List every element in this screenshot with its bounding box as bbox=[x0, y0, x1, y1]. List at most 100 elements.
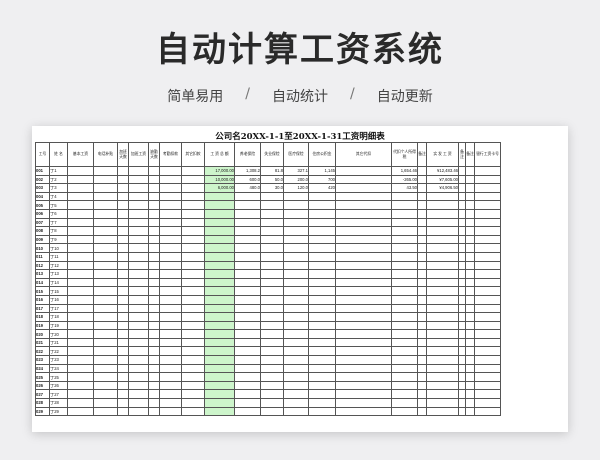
table-cell[interactable] bbox=[67, 294, 94, 305]
table-cell[interactable] bbox=[181, 294, 205, 305]
table-cell[interactable] bbox=[234, 260, 261, 271]
table-cell[interactable] bbox=[93, 380, 118, 391]
table-cell[interactable] bbox=[67, 303, 94, 314]
table-cell[interactable] bbox=[465, 398, 475, 408]
table-cell[interactable]: 50.0 bbox=[260, 174, 284, 185]
table-cell[interactable] bbox=[260, 337, 284, 348]
table-cell[interactable] bbox=[335, 363, 392, 374]
table-cell[interactable] bbox=[417, 363, 427, 374]
table-cell[interactable] bbox=[67, 286, 94, 296]
table-cell[interactable] bbox=[128, 303, 149, 314]
table-cell[interactable] bbox=[465, 234, 475, 245]
table-cell[interactable] bbox=[128, 191, 149, 202]
table-cell[interactable] bbox=[426, 346, 459, 357]
employee-name-cell[interactable]: 丁19 bbox=[49, 320, 68, 331]
table-cell[interactable]: ¥4,906.50 bbox=[426, 183, 459, 193]
table-cell[interactable] bbox=[335, 389, 392, 400]
table-cell[interactable] bbox=[234, 312, 261, 322]
table-cell[interactable] bbox=[458, 346, 466, 357]
table-cell[interactable] bbox=[465, 217, 475, 228]
table-cell[interactable] bbox=[308, 234, 336, 245]
table-cell[interactable] bbox=[335, 191, 392, 202]
table-cell[interactable] bbox=[117, 406, 129, 417]
employee-id-cell[interactable]: 014 bbox=[35, 277, 50, 288]
table-cell[interactable] bbox=[308, 200, 336, 210]
table-cell[interactable] bbox=[234, 269, 261, 279]
table-cell[interactable] bbox=[181, 389, 205, 400]
table-cell[interactable] bbox=[234, 251, 261, 262]
employee-id-cell[interactable]: 025 bbox=[35, 372, 50, 382]
table-cell[interactable] bbox=[93, 406, 118, 417]
table-cell[interactable] bbox=[417, 277, 427, 288]
table-cell[interactable] bbox=[93, 389, 118, 400]
employee-name-cell[interactable]: 丁22 bbox=[49, 346, 68, 357]
table-cell[interactable] bbox=[308, 294, 336, 305]
table-cell[interactable] bbox=[260, 208, 284, 219]
table-cell[interactable] bbox=[308, 277, 336, 288]
table-cell[interactable] bbox=[148, 191, 160, 202]
table-cell[interactable] bbox=[426, 320, 459, 331]
table-cell[interactable] bbox=[159, 260, 182, 271]
table-cell[interactable] bbox=[181, 234, 205, 245]
table-cell[interactable] bbox=[458, 363, 466, 374]
table-cell[interactable] bbox=[308, 260, 336, 271]
table-cell[interactable] bbox=[283, 260, 309, 271]
table-cell[interactable] bbox=[465, 174, 475, 185]
table-cell[interactable] bbox=[335, 269, 392, 279]
table-cell[interactable] bbox=[128, 208, 149, 219]
table-cell[interactable] bbox=[234, 208, 261, 219]
table-cell[interactable] bbox=[260, 217, 284, 228]
table-cell[interactable] bbox=[335, 226, 392, 236]
table-cell[interactable] bbox=[67, 208, 94, 219]
table-cell[interactable] bbox=[474, 260, 501, 271]
table-cell[interactable] bbox=[181, 208, 205, 219]
table-cell[interactable] bbox=[335, 251, 392, 262]
table-cell[interactable] bbox=[128, 200, 149, 210]
table-cell[interactable] bbox=[391, 355, 418, 365]
table-cell[interactable] bbox=[283, 286, 309, 296]
table-cell[interactable] bbox=[204, 269, 235, 279]
table-cell[interactable] bbox=[117, 355, 129, 365]
table-cell[interactable] bbox=[234, 243, 261, 253]
table-cell[interactable] bbox=[465, 329, 475, 339]
table-cell[interactable] bbox=[93, 217, 118, 228]
table-cell[interactable] bbox=[426, 329, 459, 339]
table-cell[interactable] bbox=[417, 312, 427, 322]
table-cell[interactable] bbox=[465, 243, 475, 253]
table-cell[interactable] bbox=[308, 217, 336, 228]
employee-name-cell[interactable]: 丁14 bbox=[49, 277, 68, 288]
table-cell[interactable] bbox=[474, 166, 501, 176]
employee-id-cell[interactable]: 020 bbox=[35, 329, 50, 339]
table-cell[interactable] bbox=[465, 337, 475, 348]
table-cell[interactable]: -265.00 bbox=[391, 174, 418, 185]
table-cell[interactable] bbox=[117, 346, 129, 357]
table-cell[interactable] bbox=[465, 294, 475, 305]
table-cell[interactable] bbox=[159, 286, 182, 296]
table-cell[interactable] bbox=[93, 277, 118, 288]
table-cell[interactable] bbox=[391, 277, 418, 288]
table-cell[interactable] bbox=[458, 208, 466, 219]
table-cell[interactable] bbox=[335, 234, 392, 245]
table-cell[interactable] bbox=[474, 208, 501, 219]
table-cell[interactable] bbox=[148, 208, 160, 219]
table-cell[interactable] bbox=[458, 174, 466, 185]
table-cell[interactable] bbox=[117, 174, 129, 185]
table-cell[interactable] bbox=[148, 260, 160, 271]
table-cell[interactable] bbox=[417, 191, 427, 202]
table-cell[interactable] bbox=[465, 277, 475, 288]
table-cell[interactable] bbox=[417, 260, 427, 271]
table-cell[interactable] bbox=[391, 312, 418, 322]
table-cell[interactable] bbox=[159, 398, 182, 408]
table-cell[interactable] bbox=[93, 243, 118, 253]
table-cell[interactable] bbox=[148, 269, 160, 279]
table-cell[interactable] bbox=[93, 363, 118, 374]
table-cell[interactable] bbox=[93, 294, 118, 305]
table-cell[interactable] bbox=[465, 320, 475, 331]
table-cell[interactable] bbox=[458, 260, 466, 271]
table-cell[interactable] bbox=[283, 234, 309, 245]
table-cell[interactable] bbox=[234, 277, 261, 288]
table-cell[interactable] bbox=[335, 208, 392, 219]
employee-id-cell[interactable]: 022 bbox=[35, 346, 50, 357]
table-cell[interactable] bbox=[426, 226, 459, 236]
employee-name-cell[interactable]: 丁17 bbox=[49, 303, 68, 314]
